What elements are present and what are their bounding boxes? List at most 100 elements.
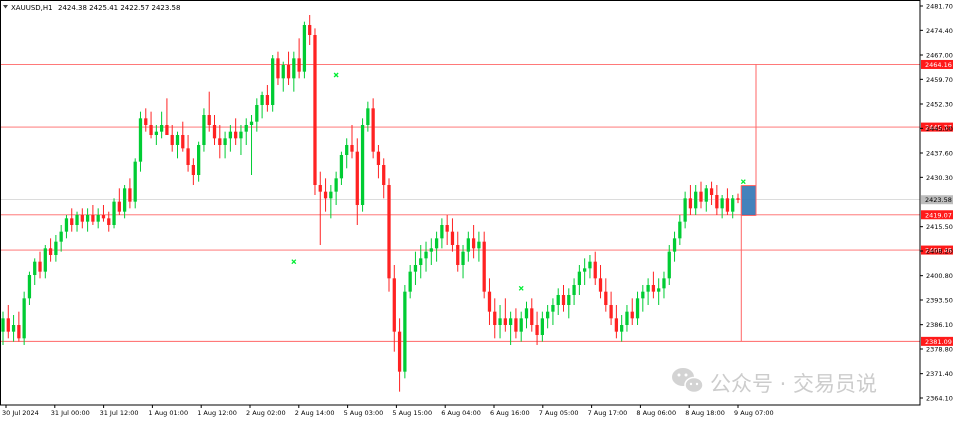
candle-body bbox=[519, 318, 523, 332]
candle-body bbox=[260, 95, 264, 105]
candle-body bbox=[482, 241, 486, 292]
candle-body bbox=[149, 125, 153, 135]
candle-body bbox=[392, 278, 396, 332]
range-box-rect bbox=[740, 185, 757, 216]
x-tick-label: 5 Aug 03:00 bbox=[344, 409, 384, 417]
candle-body bbox=[117, 201, 121, 212]
chart-window[interactable]: 2464.16 2445.37 2419.07 2408.48 2381.09 2481… bbox=[0, 0, 960, 420]
candle-body bbox=[662, 278, 666, 289]
candle-body bbox=[297, 58, 301, 72]
candle-body bbox=[731, 198, 735, 212]
candlestick-chart[interactable]: 2464.162445.372419.072408.482381.09 2481… bbox=[0, 0, 960, 420]
candle-body bbox=[286, 65, 291, 79]
candle-body bbox=[33, 261, 37, 275]
candle-body bbox=[175, 135, 180, 145]
y-tick-label: 2459.70 bbox=[926, 76, 953, 84]
candle-body bbox=[339, 155, 344, 179]
level-label: 2419.07 bbox=[925, 211, 952, 219]
candle-body bbox=[667, 251, 671, 279]
candle-body bbox=[651, 285, 656, 292]
candle-body bbox=[694, 191, 698, 209]
candle-body bbox=[334, 178, 338, 192]
candle-body bbox=[535, 325, 539, 335]
y-tick-label: 2445.00 bbox=[926, 125, 953, 133]
candle-body bbox=[170, 135, 174, 145]
candle-body bbox=[487, 291, 492, 312]
candle-body bbox=[223, 138, 227, 145]
candle-body bbox=[413, 265, 418, 272]
candle-body bbox=[635, 298, 640, 319]
candle-body bbox=[688, 198, 693, 209]
candle bbox=[360, 118, 365, 212]
candle-body bbox=[376, 151, 381, 165]
candle-body bbox=[271, 58, 275, 105]
watermark-text: 公众号 · 交易员说 bbox=[710, 372, 877, 396]
candle-body bbox=[672, 238, 677, 252]
candle-body bbox=[75, 215, 79, 225]
x-tick-label: 8 Aug 06:00 bbox=[636, 409, 676, 417]
y-tick-label: 2400.80 bbox=[926, 272, 953, 280]
candle-body bbox=[191, 165, 195, 175]
candle-body bbox=[440, 225, 444, 239]
y-tick-label: 2415.50 bbox=[926, 223, 953, 231]
candle-body bbox=[736, 198, 740, 200]
candle-body bbox=[292, 58, 296, 79]
candle-body bbox=[302, 25, 307, 72]
candle-body bbox=[493, 311, 497, 325]
candle-body bbox=[540, 318, 544, 335]
candle-body bbox=[604, 291, 608, 305]
candle-body bbox=[255, 105, 259, 122]
candle bbox=[387, 178, 391, 292]
candle-body bbox=[408, 271, 412, 292]
candle-body bbox=[308, 25, 312, 35]
candle-body bbox=[646, 285, 650, 292]
candle-body bbox=[212, 125, 217, 139]
candle-body bbox=[360, 125, 365, 205]
candle bbox=[133, 158, 137, 209]
candle-body bbox=[64, 218, 69, 232]
x-tick-label: 2 Aug 14:00 bbox=[295, 409, 335, 417]
x-tick-label: 7 Aug 05:00 bbox=[539, 409, 579, 417]
candle bbox=[313, 28, 317, 195]
candle-body bbox=[218, 138, 222, 145]
y-tick-label: 2467.00 bbox=[926, 52, 953, 60]
y-tick-label: 2393.50 bbox=[926, 297, 953, 305]
candle-body bbox=[429, 248, 433, 252]
x-tick-label: 30 Jul 2024 bbox=[2, 409, 39, 417]
candle-body bbox=[725, 198, 730, 212]
x-tick-label: 1 Aug 12:00 bbox=[197, 409, 237, 417]
candle-body bbox=[244, 125, 248, 132]
x-tick-label: 1 Aug 01:00 bbox=[148, 409, 188, 417]
candle bbox=[22, 291, 26, 345]
candle-body bbox=[593, 261, 597, 279]
candle-body bbox=[318, 185, 322, 192]
candle-body bbox=[207, 115, 211, 125]
candle-body bbox=[387, 185, 391, 279]
candle-body bbox=[366, 108, 370, 125]
candle-body bbox=[197, 145, 201, 175]
candle-body bbox=[382, 165, 386, 185]
candle-body bbox=[720, 198, 724, 209]
candle-body bbox=[234, 131, 238, 139]
x-tick-label: 9 Aug 07:00 bbox=[734, 409, 774, 417]
candle-body bbox=[138, 118, 143, 162]
current-price-label: 2423.58 bbox=[925, 196, 952, 204]
x-tick-label: 2 Aug 02:00 bbox=[246, 409, 286, 417]
candle-body bbox=[17, 325, 21, 339]
candle-body bbox=[43, 248, 47, 272]
y-tick-label: 2430.30 bbox=[926, 174, 953, 182]
candle bbox=[302, 21, 307, 79]
chart-header: XAUUSD,H1 2424.38 2425.41 2422.57 2423.5… bbox=[3, 4, 180, 12]
candle bbox=[112, 198, 116, 229]
y-tick-label: 2364.10 bbox=[926, 395, 953, 403]
candle-body bbox=[228, 131, 233, 139]
candle-body bbox=[614, 318, 619, 332]
candle-body bbox=[122, 188, 127, 212]
candle-body bbox=[249, 121, 254, 125]
candle-body bbox=[276, 58, 280, 79]
candle-body bbox=[683, 198, 687, 222]
candle-body bbox=[598, 278, 603, 292]
y-tick-label: 2408.20 bbox=[926, 248, 953, 256]
y-tick-label: 2371.40 bbox=[926, 370, 953, 378]
candle-body bbox=[630, 311, 634, 319]
